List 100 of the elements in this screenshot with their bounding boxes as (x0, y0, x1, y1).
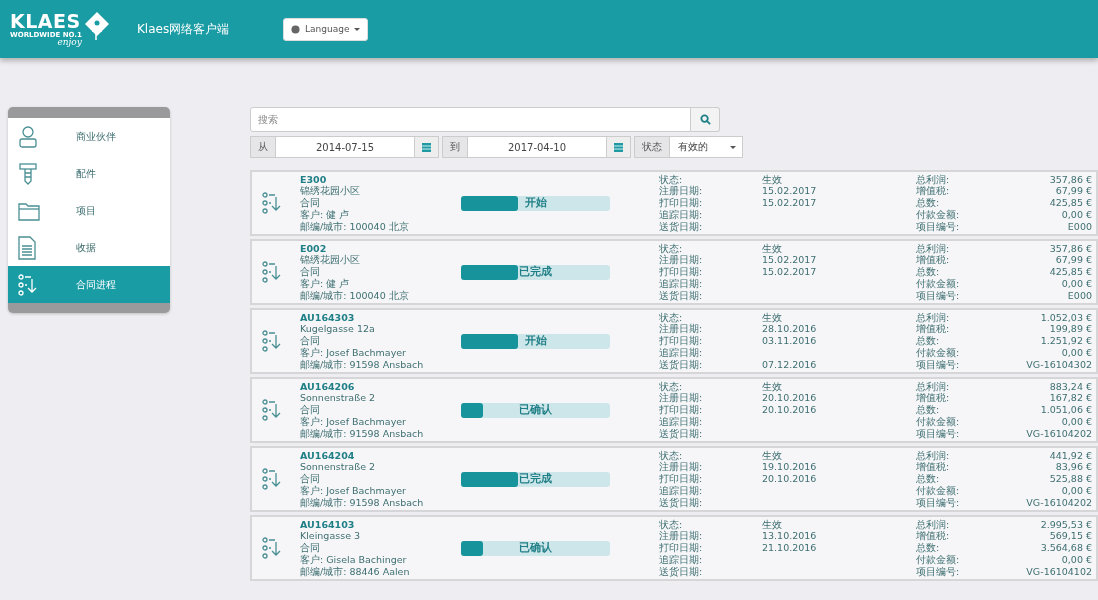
contract-address: Sonnenstraße 2 (300, 461, 377, 474)
field-label: 总利润: (916, 518, 951, 531)
field-value: 15.02.2017 (762, 197, 818, 209)
field-label: 总数: (916, 197, 941, 209)
field-label: 打印日期: (659, 473, 704, 485)
sidebar-item[interactable]: 收据 (8, 229, 170, 266)
field-label: 项目编号: (916, 427, 961, 440)
calendar-button[interactable] (414, 136, 439, 158)
field-label: 送货日期: (659, 289, 704, 302)
field-value: 1.051,06 € (1040, 404, 1092, 416)
field-value: 19.10.2016 (762, 461, 818, 474)
field-label: 项目编号: (916, 565, 961, 578)
contract-card[interactable]: E300 锦绣花园小区 合同 客户: 健 卢 邮编/城市: 100040 北京 开始 状态: 注册日期: 打印日期: 追踪日期: 送货日期: 生效 15.02.2017 15.02.2017 总利润: 增值税: 总数: 付款金额: 项目编号: 357,86 € 67,99 € 425,85 € 0,00 € E000 (250, 170, 1098, 236)
field-value: 生效 (762, 311, 783, 324)
field-value: E000 (1067, 289, 1092, 302)
field-value: VG-16104302 (1026, 358, 1092, 371)
date-field[interactable]: 2014-07-15 (276, 136, 414, 158)
contract-type: 合同 (300, 197, 321, 209)
field-label: 送货日期: (659, 496, 704, 509)
field-value: 441,92 € (1049, 449, 1092, 462)
status-select[interactable]: 有效的 (670, 136, 743, 158)
field-label: 追踪日期: (659, 346, 704, 359)
field-value: 生效 (762, 242, 783, 255)
field-label: 送货日期: (659, 358, 704, 371)
date-label: 到 (442, 136, 468, 158)
search-button[interactable] (691, 107, 720, 132)
field-label: 追踪日期: (659, 277, 704, 290)
contract-type: 合同 (300, 542, 321, 554)
field-value: 357,86 € (1049, 242, 1092, 255)
field-label: 状态: (659, 311, 684, 323)
field-label: 注册日期: (659, 323, 704, 335)
field-value: 199,89 € (1049, 323, 1092, 336)
logo-name: KLAES (10, 11, 81, 31)
field-label: 打印日期: (659, 197, 704, 209)
field-value: 21.10.2016 (762, 542, 818, 554)
search-field[interactable]: 搜索 (250, 107, 691, 132)
contract-card[interactable]: AU164103 Kleingasse 3 合同 客户: Gisela Bachinger 邮编/城市: 88446 Aalen 已确认 状态: 注册日期: 打印日期: 追踪日期: 送货日期: 生效 13.10.2016 21.10.2016 总利润: 增值税: 总数: 付款金额: 项目编号: 2.995,53 € 569,15 € 3.564,68 € 0,00 € VG-16104102 (250, 515, 1098, 581)
person-icon (18, 124, 38, 149)
field-value: 生效 (762, 518, 783, 531)
calendar-button[interactable] (606, 136, 631, 158)
logo-diamond-icon (83, 11, 110, 41)
progress-label: 已完成 (519, 472, 552, 486)
field-label: 总利润: (916, 380, 951, 393)
field-value: E000 (1067, 220, 1092, 233)
contract-customer: 客户: 健 卢 (300, 277, 351, 290)
contract-city: 邮编/城市: 88446 Aalen (300, 565, 411, 578)
field-label: 送货日期: (659, 565, 704, 578)
field-label: 付款金额: (916, 208, 961, 221)
language-button[interactable]: Language (283, 17, 369, 41)
field-value: 425,85 € (1049, 197, 1092, 209)
progress-label: 开始 (524, 196, 547, 210)
field-label: 付款金额: (916, 415, 961, 428)
contract-address: Kugelgasse 12a (300, 323, 376, 336)
field-value: 0,00 € (1061, 415, 1092, 428)
field-label: 总数: (916, 542, 941, 554)
search-icon (699, 114, 711, 125)
contract-card[interactable] (250, 308, 1098, 374)
field-value: 0,00 € (1061, 346, 1092, 359)
field-value: 20.10.2016 (762, 392, 818, 405)
field-label: 付款金额: (916, 484, 961, 497)
contract-address: Sonnenstraße 2 (300, 392, 377, 405)
field-label: 增值税: (916, 185, 951, 198)
field-value: VG-16104202 (1026, 496, 1092, 509)
contract-card[interactable]: AU164206 Sonnenstraße 2 合同 客户: Josef Bachmayer 邮编/城市: 91598 Ansbach 已确认 状态: 注册日期: 打印日期: 追踪日期: 送货日期: 生效 20.10.2016 20.10.2016 总利润: 增值税: 总数: 付款金额: 项目编号: 883,24 € 167,82 € 1.051,06 € 0,00 € VG-16104202 (250, 377, 1098, 443)
contract-city: 邮编/城市: 91598 Ansbach (300, 496, 425, 509)
field-label: 总数: (916, 473, 941, 485)
field-label: 增值税: (916, 530, 951, 543)
contract-customer: 客户: Josef Bachmayer (300, 484, 408, 497)
contract-number: AU164204 (300, 449, 356, 462)
field-label: 总利润: (916, 449, 951, 462)
field-label: 付款金额: (916, 277, 961, 290)
sidebar-item[interactable]: 项目 (8, 192, 170, 229)
field-label: 状态: (659, 380, 684, 392)
field-value: 167,82 € (1049, 392, 1092, 405)
field-value: 0,00 € (1061, 208, 1092, 221)
field-value: 28.10.2016 (762, 323, 818, 336)
field-value: 0,00 € (1061, 553, 1092, 566)
calendar-icon (422, 142, 431, 152)
field-label: 打印日期: (659, 266, 704, 278)
date-field[interactable]: 2017-04-10 (468, 136, 606, 158)
field-label: 项目编号: (916, 358, 961, 371)
field-label: 付款金额: (916, 553, 961, 566)
field-label: 注册日期: (659, 461, 704, 473)
contract-city: 邮编/城市: 91598 Ansbach (300, 427, 425, 440)
contract-address: 锦绣花园小区 (300, 185, 361, 198)
calendar-icon (614, 142, 623, 152)
progress-label: 已确认 (519, 403, 552, 417)
field-value: 2.995,53 € (1040, 518, 1092, 531)
sidebar-item[interactable]: 配件 (8, 155, 170, 192)
field-label: 注册日期: (659, 392, 704, 404)
sidebar-item[interactable]: 商业伙伴 (8, 118, 170, 155)
field-label: 总数: (916, 266, 941, 278)
field-value: 0,00 € (1061, 484, 1092, 497)
contract-card[interactable]: E002 锦绣花园小区 合同 客户: 健 卢 邮编/城市: 100040 北京 已完成 状态: 注册日期: 打印日期: 追踪日期: 送货日期: 生效 15.02.2017 15.02.2017 总利润: 增值税: 总数: 付款金额: 项目编号: 357,86 € 67,99 € 425,85 € 0,00 € E000 (250, 239, 1098, 305)
contract-number: E300 (300, 173, 328, 185)
field-value: 07.12.2016 (762, 358, 818, 371)
contract-card[interactable]: AU164204 Sonnenstraße 2 合同 客户: Josef Bachmayer 邮编/城市: 91598 Ansbach 已完成 状态: 注册日期: 打印日期: 追踪日期: 送货日期: 生效 19.10.2016 20.10.2016 总利润: 增值税: 总数: 付款金额: 项目编号: 441,92 € 83,96 € 525,88 € 0,00 € VG-16104202 (250, 446, 1098, 512)
app-title: Klaes网络客户端 (137, 20, 231, 38)
folder-icon (18, 200, 40, 221)
field-label: 追踪日期: (659, 208, 704, 221)
